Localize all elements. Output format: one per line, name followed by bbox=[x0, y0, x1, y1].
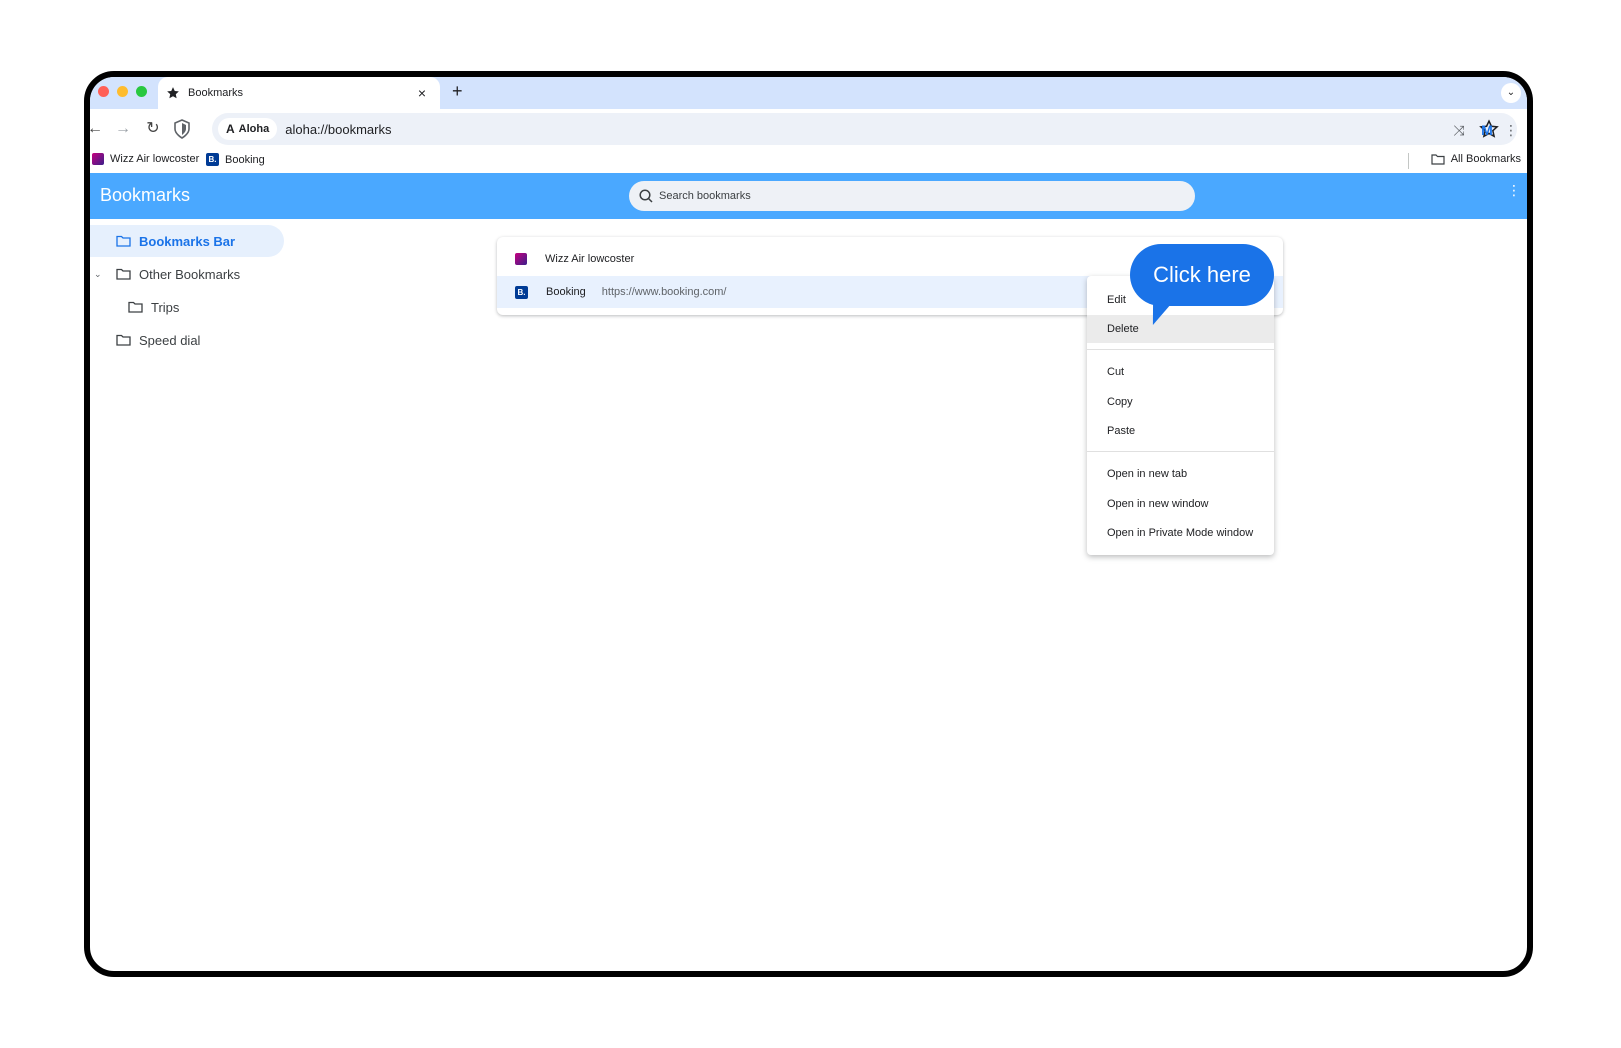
folder-icon bbox=[1431, 154, 1445, 165]
vpn-icon[interactable]: ⤨ bbox=[1449, 120, 1469, 140]
expand-chevron-icon[interactable]: ⌄ bbox=[94, 269, 102, 280]
sidebar-item-bookmarks-bar[interactable]: Bookmarks Bar bbox=[90, 225, 284, 257]
menu-item-cut[interactable]: Cut bbox=[1087, 358, 1274, 386]
close-window-button[interactable] bbox=[98, 86, 109, 97]
sidebar-item-label: Other Bookmarks bbox=[139, 266, 241, 282]
shield-icon[interactable] bbox=[174, 119, 190, 139]
back-arrow-icon[interactable]: ← bbox=[90, 118, 106, 140]
menu-item-paste[interactable]: Paste bbox=[1087, 417, 1274, 445]
tab-strip: Bookmarks × + ⌄ bbox=[90, 77, 1527, 109]
maximize-window-button[interactable] bbox=[136, 86, 147, 97]
booking-favicon-icon: B. bbox=[206, 153, 219, 166]
sidebar-item-label: Bookmarks Bar bbox=[139, 233, 236, 249]
booking-favicon-icon: B. bbox=[515, 285, 528, 299]
more-options-icon[interactable]: ⋮ bbox=[1507, 183, 1521, 197]
sidebar-item-other-bookmarks[interactable]: ⌄ Other Bookmarks bbox=[90, 258, 290, 290]
wizz-favicon-icon bbox=[92, 153, 104, 165]
search-icon bbox=[639, 189, 653, 203]
address-bar[interactable]: A Aloha aloha://bookmarks bbox=[212, 113, 1517, 145]
browser-menu-icon[interactable]: ⋮ bbox=[1501, 120, 1521, 140]
bookmarks-bar-divider bbox=[1408, 153, 1409, 169]
minimize-window-button[interactable] bbox=[117, 86, 128, 97]
folder-icon bbox=[116, 334, 131, 346]
aloha-chip-label: Aloha bbox=[238, 123, 270, 135]
all-bookmarks-button[interactable]: All Bookmarks bbox=[1431, 153, 1521, 165]
folder-icon bbox=[128, 301, 143, 313]
close-tab-button[interactable]: × bbox=[412, 85, 432, 101]
sidebar-item-label: Trips bbox=[151, 299, 180, 315]
bookmarks-bar-item-label: Booking bbox=[225, 153, 265, 166]
window-controls bbox=[98, 86, 147, 97]
bookmarks-bar-item-booking[interactable]: B. Booking bbox=[206, 153, 265, 166]
sidebar-item-trips[interactable]: Trips bbox=[90, 291, 290, 323]
tab-title: Bookmarks bbox=[188, 87, 244, 99]
bookmarks-bar-item-wizz[interactable]: Wizz Air lowcoster bbox=[92, 153, 199, 165]
menu-item-open-new-tab[interactable]: Open in new tab bbox=[1087, 460, 1274, 488]
forward-arrow-icon[interactable]: → bbox=[112, 118, 134, 140]
bookmark-name: Booking bbox=[546, 286, 586, 298]
profile-avatar[interactable]: M bbox=[1477, 120, 1497, 140]
folder-icon bbox=[116, 235, 131, 247]
menu-item-copy[interactable]: Copy bbox=[1087, 388, 1274, 416]
aloha-logo-icon: A bbox=[226, 122, 235, 136]
all-bookmarks-label: All Bookmarks bbox=[1450, 153, 1521, 165]
search-placeholder: Search bookmarks bbox=[659, 190, 751, 202]
browser-window: Bookmarks × + ⌄ ← → ↻ A Aloha aloha://bo… bbox=[84, 71, 1533, 977]
context-menu: Edit Delete Cut Copy Paste Open in new t… bbox=[1087, 276, 1274, 555]
menu-divider bbox=[1087, 451, 1274, 452]
browser-toolbar: ← → ↻ A Aloha aloha://bookmarks ⤨ M ⋮ bbox=[90, 109, 1527, 149]
wizz-favicon-icon bbox=[515, 253, 527, 265]
bookmarks-bar: Wizz Air lowcoster B. Booking All Bookma… bbox=[90, 149, 1527, 173]
tab-search-chevron-icon[interactable]: ⌄ bbox=[1501, 83, 1521, 103]
aloha-chip[interactable]: A Aloha bbox=[218, 118, 278, 140]
star-filled-icon bbox=[167, 87, 179, 99]
bookmarks-header: Bookmarks Search bookmarks ⋮ bbox=[90, 173, 1527, 219]
url-text[interactable]: aloha://bookmarks bbox=[285, 122, 391, 137]
page-title: Bookmarks bbox=[100, 185, 191, 205]
tab-bookmarks[interactable]: Bookmarks × bbox=[158, 77, 440, 109]
bookmarks-bar-item-label: Wizz Air lowcoster bbox=[110, 153, 200, 165]
folder-icon bbox=[116, 268, 131, 280]
bookmark-url: https://www.booking.com/ bbox=[601, 286, 727, 298]
sidebar-item-speed-dial[interactable]: Speed dial bbox=[90, 324, 290, 356]
reload-icon[interactable]: ↻ bbox=[142, 118, 164, 140]
click-here-callout: Click here bbox=[1130, 244, 1274, 306]
menu-divider bbox=[1087, 349, 1274, 350]
menu-item-open-new-window[interactable]: Open in new window bbox=[1087, 490, 1274, 518]
new-tab-button[interactable]: + bbox=[452, 81, 463, 102]
search-input[interactable]: Search bookmarks bbox=[629, 181, 1195, 211]
menu-item-open-private-window[interactable]: Open in Private Mode window bbox=[1087, 519, 1274, 547]
menu-item-delete[interactable]: Delete bbox=[1087, 315, 1274, 343]
bookmark-name: Wizz Air lowcoster bbox=[545, 253, 635, 265]
sidebar-item-label: Speed dial bbox=[139, 332, 201, 348]
